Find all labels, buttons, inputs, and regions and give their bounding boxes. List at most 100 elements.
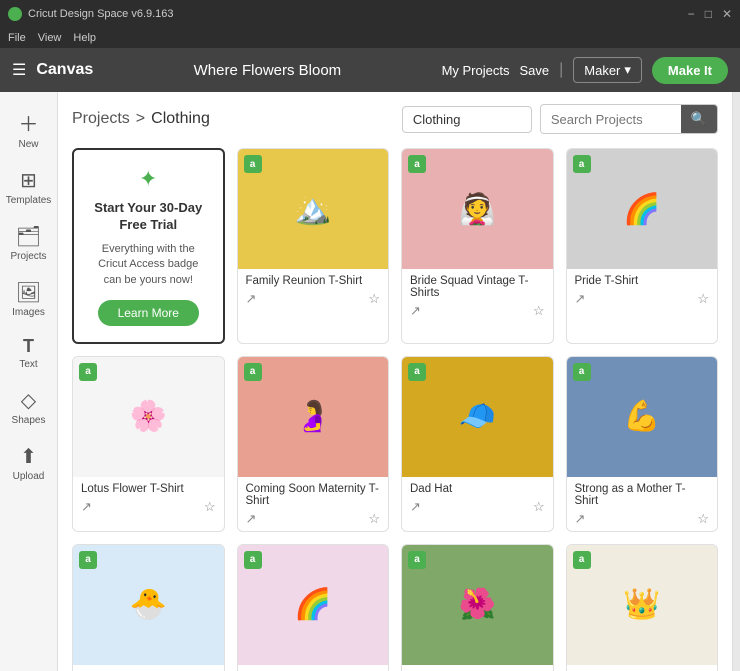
scrollbar[interactable] [732,92,740,671]
breadcrumb-parent[interactable]: Projects [72,110,130,128]
project-card-rainbow-baby[interactable]: a 🌈 Rainbow Baby Bodysuit ↗ ☆ [237,544,390,671]
share-icon[interactable]: ↗ [81,499,92,515]
upload-icon: ⬆ [20,444,37,469]
favorite-icon[interactable]: ☆ [368,291,380,307]
project-card-floral-compass[interactable]: a 🌺 Floral Compass T-Shirt ↗ ☆ [401,544,554,671]
card-thumbnail: a 🌈 [238,545,389,665]
access-badge: a [79,363,97,381]
access-badge: a [573,155,591,173]
maximize-button[interactable]: □ [705,7,712,21]
access-badge: a [573,551,591,569]
card-thumbnail: a 🌸 [73,357,224,477]
app-title: Cricut Design Space v6.9.163 [28,8,174,20]
images-icon: 🖼 [16,280,41,305]
card-title: Family Reunion T-Shirt [246,275,381,287]
project-card-strong-mother[interactable]: a 💪 Strong as a Mother T-Shirt ↗ ☆ [566,356,719,532]
access-badge: a [244,155,262,173]
maker-dropdown[interactable]: Maker ▾ [573,57,642,83]
card-footer: Strong as a Mother T-Shirt ↗ ☆ [567,477,718,531]
menu-view[interactable]: View [38,32,62,44]
breadcrumb: Projects > Clothing [72,110,210,128]
top-nav-left: ☰ Canvas [12,60,93,80]
favorite-icon[interactable]: ☆ [533,499,545,515]
projects-grid: ✦ Start Your 30-Day Free Trial Everythin… [72,148,718,671]
learn-more-button[interactable]: Learn More [98,300,199,326]
favorite-icon[interactable]: ☆ [368,511,380,527]
search-input[interactable] [541,107,681,132]
favorite-icon[interactable]: ☆ [697,511,709,527]
sidebar: ＋ New ⊞ Templates 🗂 Projects 🖼 Images T … [0,92,58,671]
card-footer: Rainbow Baby Bodysuit ↗ ☆ [238,665,389,671]
sidebar-item-projects[interactable]: 🗂 Projects [2,216,56,270]
projects-icon: 🗂 [16,224,41,249]
sidebar-item-upload[interactable]: ⬆ Upload [2,436,56,490]
favorite-icon[interactable]: ☆ [533,303,545,319]
share-icon[interactable]: ↗ [410,499,421,515]
card-actions: ↗ ☆ [81,499,216,515]
sidebar-item-text[interactable]: T Text [2,328,56,378]
card-thumbnail: a 💪 [567,357,718,477]
hamburger-menu[interactable]: ☰ [12,60,26,80]
project-card-family-reunion[interactable]: a 🏔️ Family Reunion T-Shirt ↗ ☆ [237,148,390,344]
card-thumbnail: a 🧢 [402,357,553,477]
card-footer: Dad Hat ↗ ☆ [402,477,553,519]
access-badge: a [79,551,97,569]
card-title: Bride Squad Vintage T-Shirts [410,275,545,299]
share-icon[interactable]: ↗ [246,291,257,307]
project-card-bride-squad[interactable]: a 👰 Bride Squad Vintage T-Shirts ↗ ☆ [401,148,554,344]
project-card-easter-bunny[interactable]: a 🐣 Easter Bunny Hunting T-Shirt ↗ ☆ [72,544,225,671]
chevron-down-icon: ▾ [624,62,631,78]
breadcrumb-separator: > [136,110,145,128]
access-badge: a [573,363,591,381]
card-actions: ↗ ☆ [246,291,381,307]
minimize-button[interactable]: − [688,7,695,21]
make-it-button[interactable]: Make It [652,57,728,84]
promo-card[interactable]: ✦ Start Your 30-Day Free Trial Everythin… [72,148,225,344]
sidebar-label-shapes: Shapes [12,415,46,426]
card-footer: Easter Bunny Hunting T-Shirt ↗ ☆ [73,665,224,671]
sidebar-item-new[interactable]: ＋ New [2,100,56,158]
save-button[interactable]: Save [519,63,549,78]
app-logo [8,7,22,21]
project-card-pride[interactable]: a 🌈 Pride T-Shirt ↗ ☆ [566,148,719,344]
project-card-lotus[interactable]: a 🌸 Lotus Flower T-Shirt ↗ ☆ [72,356,225,532]
sidebar-label-new: New [18,139,38,150]
category-filter[interactable]: Clothing All Home Decor Cards Paper Craf… [402,106,532,133]
share-icon[interactable]: ↗ [575,511,586,527]
sidebar-item-images[interactable]: 🖼 Images [2,272,56,326]
card-footer: Nap Royalty Baby Bodysuit ↗ ☆ [567,665,718,671]
favorite-icon[interactable]: ☆ [204,499,216,515]
search-button[interactable]: 🔍 [681,105,717,133]
favorite-icon[interactable]: ☆ [697,291,709,307]
card-actions: ↗ ☆ [575,291,710,307]
project-card-nap-royalty[interactable]: a 👑 Nap Royalty Baby Bodysuit ↗ ☆ [566,544,719,671]
share-icon[interactable]: ↗ [575,291,586,307]
card-thumbnail: a 🏔️ [238,149,389,269]
card-title: Coming Soon Maternity T-Shirt [246,483,381,507]
sidebar-item-shapes[interactable]: ◇ Shapes [2,380,56,434]
share-icon[interactable]: ↗ [246,511,257,527]
menu-file[interactable]: File [8,32,26,44]
nav-divider: | [559,61,563,79]
top-nav-right: My Projects Save | Maker ▾ Make It [442,57,728,84]
title-bar-controls[interactable]: − □ ✕ [688,7,732,21]
share-icon[interactable]: ↗ [410,303,421,319]
title-bar: Cricut Design Space v6.9.163 − □ ✕ [0,0,740,28]
title-bar-left: Cricut Design Space v6.9.163 [8,7,174,21]
sidebar-item-templates[interactable]: ⊞ Templates [2,160,56,214]
promo-icon: ✦ [139,166,157,192]
card-actions: ↗ ☆ [246,511,381,527]
top-nav: ☰ Canvas Where Flowers Bloom My Projects… [0,48,740,92]
my-projects-link[interactable]: My Projects [442,63,510,78]
main-layout: ＋ New ⊞ Templates 🗂 Projects 🖼 Images T … [0,92,740,671]
access-badge: a [408,363,426,381]
menu-help[interactable]: Help [73,32,96,44]
project-card-maternity[interactable]: a 🤰 Coming Soon Maternity T-Shirt ↗ ☆ [237,356,390,532]
card-actions: ↗ ☆ [575,511,710,527]
card-actions: ↗ ☆ [410,499,545,515]
access-badge: a [408,551,426,569]
sidebar-label-text: Text [19,359,37,370]
close-button[interactable]: ✕ [722,7,732,21]
card-actions: ↗ ☆ [410,303,545,319]
project-card-dad-hat[interactable]: a 🧢 Dad Hat ↗ ☆ [401,356,554,532]
